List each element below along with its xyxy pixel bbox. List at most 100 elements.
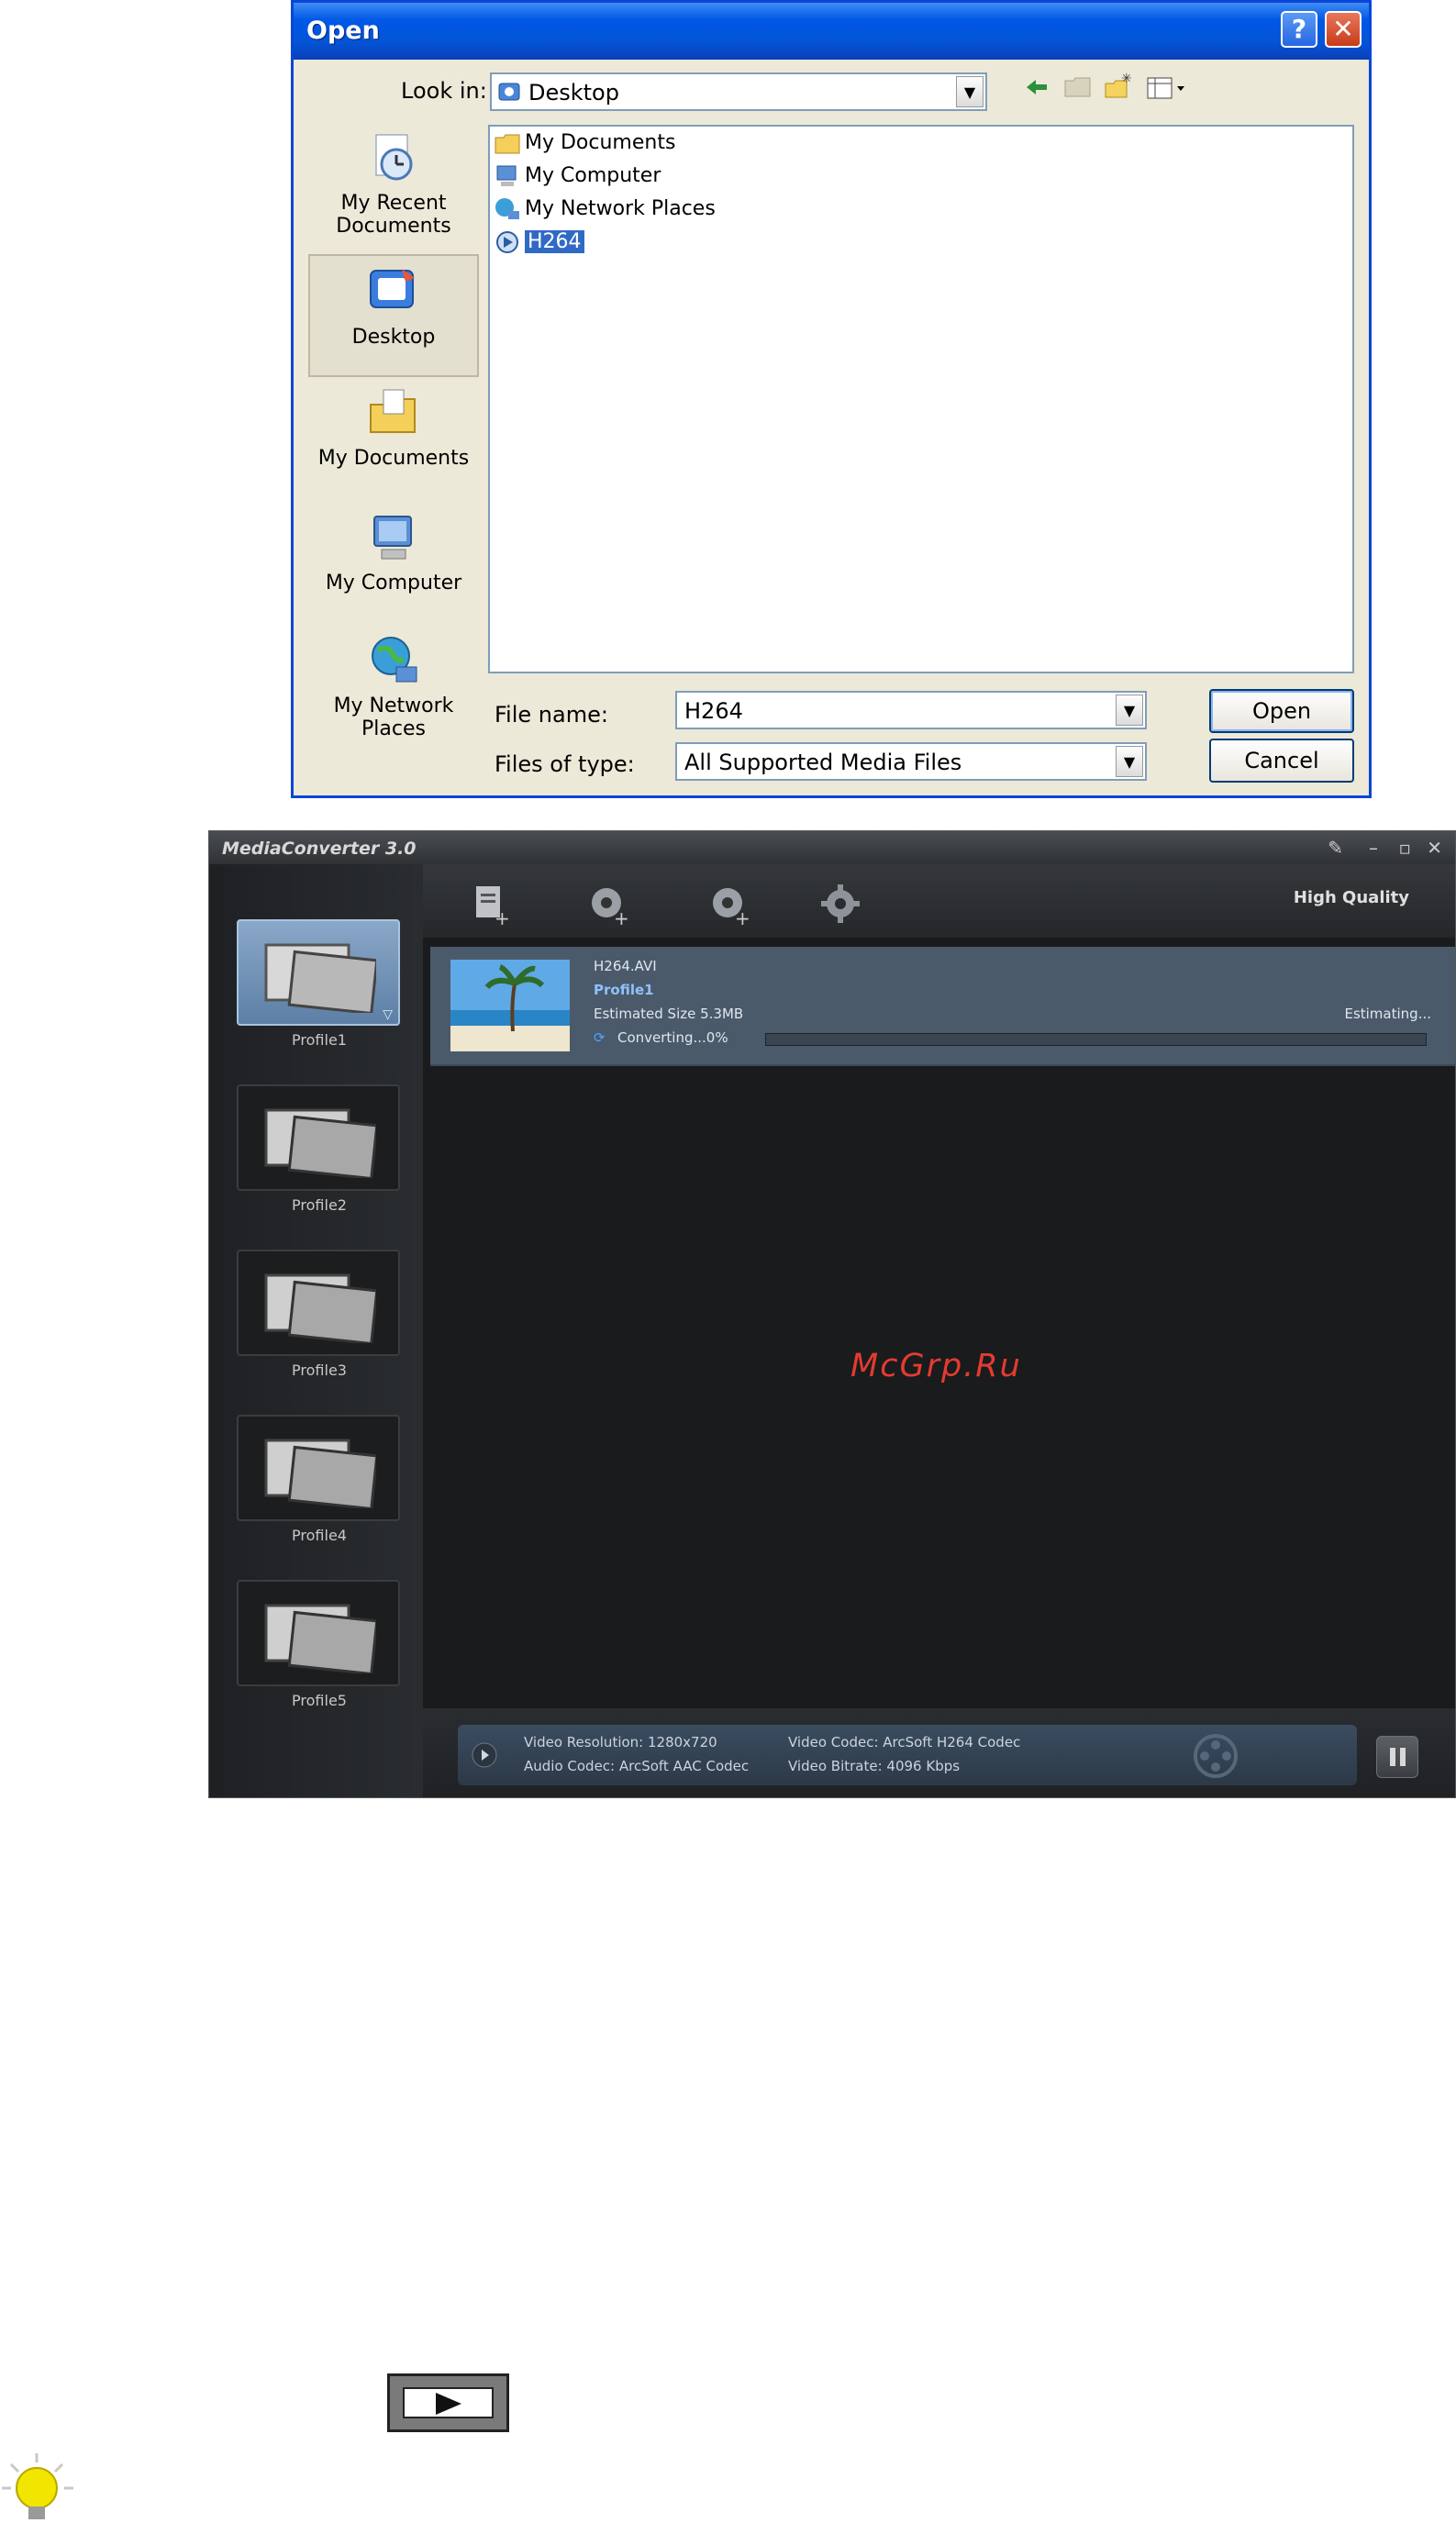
recent-documents-icon (375, 134, 413, 181)
film-icon (264, 1273, 376, 1343)
film-icon (264, 1604, 376, 1673)
place-recent-documents[interactable]: My Recent Documents (308, 129, 479, 249)
add-dvd-icon[interactable]: + (707, 881, 753, 927)
job-estimated-size: Estimated Size 5.3MB (594, 1006, 744, 1022)
quality-selector[interactable]: High Quality (1294, 888, 1409, 907)
dialog-titlebar: Open ? ✕ (294, 3, 1369, 60)
open-button[interactable]: Open (1209, 689, 1354, 733)
profile-label: Profile5 (292, 1692, 347, 1709)
file-name-label: File name: (495, 702, 608, 728)
profile-5[interactable]: Profile5 (237, 1580, 402, 1709)
conversion-job[interactable]: H264.AVI Profile1 Estimated Size 5.3MB ⟳… (430, 947, 1455, 1066)
info-panel: Video Resolution: 1280x720 Audio Codec: … (458, 1725, 1357, 1785)
watermark-text: McGrp.Ru (850, 1348, 1022, 1384)
place-label: My Recent Documents (336, 192, 451, 238)
profile-thumbnail (237, 1580, 400, 1686)
place-my-computer[interactable]: My Computer (308, 509, 479, 619)
profile-thumbnail (237, 1084, 400, 1191)
add-file-icon[interactable]: + (467, 881, 513, 927)
job-file-name: H264.AVI (594, 958, 657, 974)
place-my-documents[interactable]: My Documents (308, 384, 479, 495)
help-button[interactable]: ? (1281, 11, 1317, 48)
back-icon[interactable] (1021, 72, 1052, 103)
media-converter-window: MediaConverter 3.0 ✎ – ▫ ✕ ▽ Profile1 Pr… (208, 830, 1456, 1798)
file-type-value: All Supported Media Files (684, 750, 962, 775)
info-expand-icon[interactable] (471, 1741, 498, 1769)
conversion-list: H264.AVI Profile1 Estimated Size 5.3MB ⟳… (423, 938, 1455, 1708)
settings-gear-icon[interactable] (817, 881, 863, 927)
place-label: My Network Places (333, 695, 454, 740)
lightbulb-icon (2, 2453, 73, 2519)
close-icon[interactable]: ✕ (1427, 837, 1442, 859)
file-name-value: H264 (684, 698, 743, 724)
places-bar: My Recent Documents Desktop My Documents (308, 129, 479, 772)
desktop-icon (370, 269, 415, 308)
mc-status-bar: Video Resolution: 1280x720 Audio Codec: … (423, 1708, 1455, 1797)
close-button[interactable]: ✕ (1325, 11, 1362, 48)
minimize-icon[interactable]: – (1369, 837, 1378, 859)
dropdown-arrow-icon[interactable]: ▼ (1116, 695, 1143, 726)
list-item-h264[interactable]: H264 (494, 229, 584, 259)
profile-label: Profile2 (292, 1196, 347, 1214)
file-type-combo[interactable]: All Supported Media Files ▼ (675, 742, 1147, 781)
views-menu-icon[interactable] (1145, 72, 1193, 103)
svg-text:✳: ✳ (1121, 72, 1132, 86)
dialog-title: Open (306, 17, 380, 45)
list-item-my-network-places[interactable]: My Network Places (494, 196, 716, 226)
job-profile: Profile1 (594, 982, 654, 998)
profile-thumbnail (237, 1415, 400, 1521)
mc-title: MediaConverter 3.0 (222, 839, 417, 859)
place-label: My Documents (317, 447, 470, 470)
video-bitrate: Video Bitrate: 4096 Kbps (788, 1758, 961, 1774)
profile-1[interactable]: ▽ Profile1 (237, 919, 402, 1049)
profile-4[interactable]: Profile4 (237, 1415, 402, 1544)
list-item-my-computer[interactable]: My Computer (494, 163, 661, 193)
place-desktop[interactable]: Desktop (308, 254, 479, 377)
network-icon (495, 198, 519, 219)
my-documents-icon (370, 389, 416, 433)
svg-text:+: + (735, 907, 750, 927)
profile-3[interactable]: Profile3 (237, 1250, 402, 1379)
network-places-icon (372, 637, 417, 683)
look-in-label: Look in: (401, 78, 487, 104)
place-network[interactable]: My Network Places (308, 632, 479, 761)
profile-thumbnail (237, 1250, 400, 1356)
profile-thumbnail: ▽ (237, 919, 400, 1026)
open-dialog: Open ? ✕ Look in: Desktop ▼ ✳ My Recent … (291, 0, 1372, 798)
refresh-icon: ⟳ (594, 1029, 606, 1046)
play-icon (436, 2393, 461, 2415)
video-codec: Video Codec: ArcSoft H264 Codec (788, 1734, 1021, 1751)
list-item-my-documents[interactable]: My Documents (494, 130, 675, 160)
job-status: Converting...0% (617, 1029, 728, 1046)
my-computer-icon (373, 516, 412, 560)
file-name: My Network Places (525, 197, 716, 220)
cancel-button[interactable]: Cancel (1209, 739, 1354, 783)
film-icon (264, 1108, 376, 1178)
svg-text:+: + (495, 907, 510, 927)
place-label: Desktop (351, 326, 436, 349)
film-icon (264, 943, 376, 1013)
video-resolution: Video Resolution: 1280x720 (524, 1734, 717, 1751)
dropdown-arrow-icon[interactable]: ▼ (956, 76, 984, 107)
profile-label: Profile1 (292, 1031, 347, 1049)
play-button[interactable] (387, 2373, 509, 2432)
maximize-icon[interactable]: ▫ (1398, 837, 1411, 859)
profile-sidebar: ▽ Profile1 Profile2 Profile3 Profile4 Pr… (209, 864, 423, 1797)
media-file-icon (496, 231, 518, 253)
new-folder-icon[interactable]: ✳ (1103, 72, 1134, 103)
add-avchd-icon[interactable]: + (586, 881, 632, 927)
file-list[interactable]: My Documents My Computer My Network Plac… (488, 125, 1354, 673)
profile-2[interactable]: Profile2 (237, 1084, 402, 1214)
progress-bar (765, 1033, 1427, 1046)
expand-icon[interactable]: ▽ (383, 1007, 393, 1022)
look-in-combo[interactable]: Desktop ▼ (490, 72, 987, 111)
dropdown-arrow-icon[interactable]: ▼ (1116, 746, 1143, 777)
folder-icon (495, 134, 520, 154)
file-type-label: Files of type: (495, 751, 635, 777)
pause-button[interactable] (1376, 1736, 1418, 1778)
svg-text:+: + (614, 907, 629, 927)
audio-codec: Audio Codec: ArcSoft AAC Codec (524, 1758, 750, 1774)
tools-icon[interactable]: ✎ (1328, 837, 1343, 859)
up-folder-icon[interactable] (1062, 72, 1094, 103)
file-name-combo[interactable]: H264 ▼ (675, 691, 1147, 729)
